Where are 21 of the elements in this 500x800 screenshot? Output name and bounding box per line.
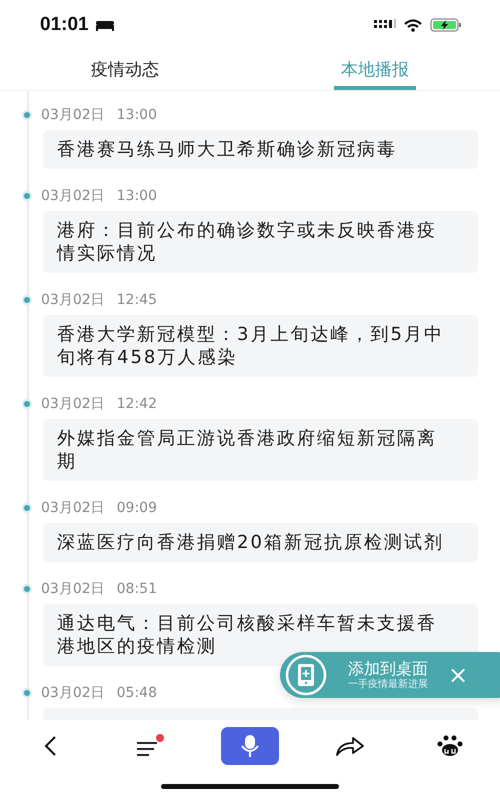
news-time: 05:48 bbox=[116, 685, 157, 701]
news-date: 03月02日 bbox=[41, 106, 105, 124]
news-time: 08:51 bbox=[116, 581, 157, 597]
news-title: 港府：目前公布的确诊数字或未反映香港疫情实际情况 bbox=[57, 220, 437, 264]
news-time: 13:00 bbox=[116, 188, 157, 204]
news-date: 03月02日 bbox=[41, 580, 105, 598]
news-time: 12:45 bbox=[116, 292, 157, 308]
banner-subtitle: 一手疫情最新进展 bbox=[348, 678, 428, 691]
news-title: 外媒指金管局正游说香港政府缩短新冠隔离期 bbox=[57, 428, 437, 472]
news-date: 03月02日 bbox=[41, 684, 105, 702]
news-time: 13:00 bbox=[116, 107, 157, 123]
news-title: 香港大学新冠模型：3月上旬达峰，到5月中旬将有458万人感染 bbox=[57, 324, 444, 368]
news-title: 香港赛马练马师大卫希斯确诊新冠病毒 bbox=[57, 139, 397, 160]
news-title: 深蓝医疗向香港捐赠20箱新冠抗原检测试剂 bbox=[57, 532, 444, 553]
news-time: 09:09 bbox=[116, 500, 157, 516]
news-time: 12:42 bbox=[116, 396, 157, 412]
news-date: 03月02日 bbox=[41, 291, 105, 309]
news-date: 03月02日 bbox=[41, 187, 105, 205]
status-time: 01:01 bbox=[40, 14, 89, 36]
news-date: 03月02日 bbox=[41, 395, 105, 413]
news-date: 03月02日 bbox=[41, 499, 105, 517]
